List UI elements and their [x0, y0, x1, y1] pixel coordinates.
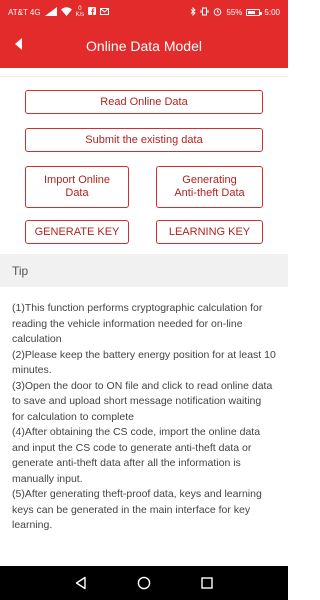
generate-anti-theft-data-label: Generating Anti-theft Data — [174, 174, 244, 200]
title-bar: Online Data Model — [0, 24, 288, 68]
import-online-data-button[interactable]: Import Online Data — [25, 166, 129, 208]
system-nav-bar — [0, 566, 288, 600]
tip-line-2: (2)Please keep the battery energy positi… — [12, 348, 276, 377]
battery-fill — [248, 10, 256, 14]
speed-unit: K/s — [75, 12, 85, 18]
read-online-data-button[interactable]: Read Online Data — [25, 90, 263, 114]
action-button-panel: Read Online Data Submit the existing dat… — [0, 76, 288, 254]
status-right: 55% 5:00 — [190, 6, 280, 18]
clock: 5:00 — [264, 7, 280, 17]
read-online-data-label: Read Online Data — [100, 95, 188, 108]
import-online-data-label-line1: Import Online — [43, 174, 111, 186]
generate-anti-theft-data-button[interactable]: Generating Anti-theft Data — [156, 166, 263, 208]
bluetooth-icon — [190, 6, 197, 18]
tip-content: (1)This function performs cryptographic … — [0, 287, 288, 566]
back-triangle-icon[interactable] — [71, 573, 91, 593]
learning-key-button[interactable]: LEARNING KEY — [156, 220, 263, 244]
status-bar: AT&T 4G 0 K/s 55% 5:00 — [0, 0, 288, 24]
battery-percent: 55% — [226, 7, 243, 17]
tip-line-4: (4)After obtaining the CS code, import t… — [12, 426, 261, 485]
generate-key-label: GENERATE KEY — [34, 225, 120, 238]
tip-line-1: (1)This function performs cryptographic … — [12, 302, 263, 345]
tip-header: Tip — [0, 254, 288, 287]
back-arrow-icon — [12, 37, 24, 56]
email-icon — [100, 7, 110, 17]
carrier-label: AT&T 4G — [8, 7, 41, 17]
generate-key-button[interactable]: GENERATE KEY — [25, 220, 129, 244]
generate-anti-theft-data-label-line2: Anti-theft Data — [174, 187, 245, 199]
submit-existing-data-label: Submit the existing data — [85, 133, 203, 146]
signal-icon — [44, 6, 57, 18]
back-button[interactable] — [6, 34, 30, 58]
alarm-icon — [213, 7, 222, 18]
recents-square-icon[interactable] — [197, 573, 217, 593]
vibrate-icon — [200, 7, 209, 18]
generate-anti-theft-data-label-line1: Generating — [182, 174, 237, 186]
tip-line-5: (5)After generating theft-proof data, ke… — [12, 488, 262, 531]
facebook-icon — [88, 7, 97, 17]
network-speed: 0 K/s — [76, 6, 85, 18]
submit-existing-data-button[interactable]: Submit the existing data — [25, 128, 263, 152]
page-title: Online Data Model — [86, 38, 202, 54]
import-online-data-label-line2: Data — [65, 187, 89, 199]
status-left: AT&T 4G 0 K/s — [8, 6, 110, 18]
learning-key-label: LEARNING KEY — [168, 225, 251, 238]
tip-line-3: (3)Open the door to ON file and click to… — [12, 379, 273, 423]
battery-icon — [246, 8, 263, 16]
home-circle-icon[interactable] — [134, 573, 154, 593]
import-online-data-label: Import Online Data — [44, 174, 110, 200]
wifi-icon — [60, 6, 72, 18]
tip-title: Tip — [12, 264, 29, 278]
